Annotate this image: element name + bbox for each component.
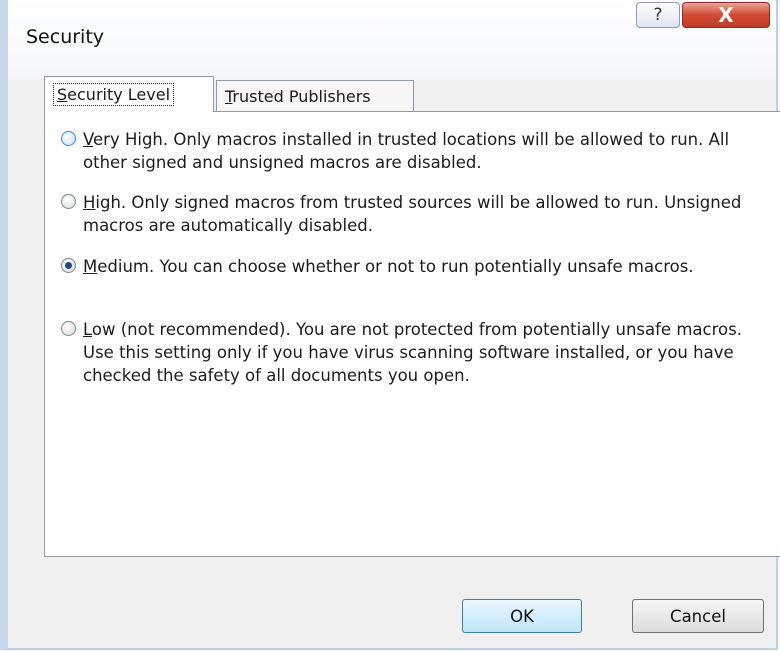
tab-label: Trusted Publishers [225,87,371,106]
close-button[interactable]: X [682,2,770,28]
security-level-panel: Very High. Only macros installed in trus… [44,111,780,557]
ok-button[interactable]: OK [462,599,582,633]
option-label: Very High. Only macros installed in trus… [83,130,730,172]
option-label: Low (not recommended). You are not prote… [83,320,742,385]
radio-high[interactable] [61,194,76,209]
security-dialog: Security ? X Security Level Trusted Publ… [0,0,780,650]
radio-very-high[interactable] [61,131,76,146]
option-label: High. Only signed macros from trusted so… [83,193,742,235]
help-button[interactable]: ? [636,2,680,28]
cancel-button[interactable]: Cancel [632,599,764,633]
tab-label: Security Level [53,83,175,106]
title-bar[interactable]: Security ? X [8,0,776,80]
close-icon: X [718,3,734,27]
radio-medium[interactable] [61,258,76,273]
dialog-title: Security [26,26,105,48]
option-label: Medium. You can choose whether or not to… [83,257,694,276]
help-icon: ? [653,5,663,25]
radio-low[interactable] [61,321,76,336]
tab-trusted-publishers[interactable]: Trusted Publishers [216,80,414,112]
tab-security-level[interactable]: Security Level [44,76,214,112]
